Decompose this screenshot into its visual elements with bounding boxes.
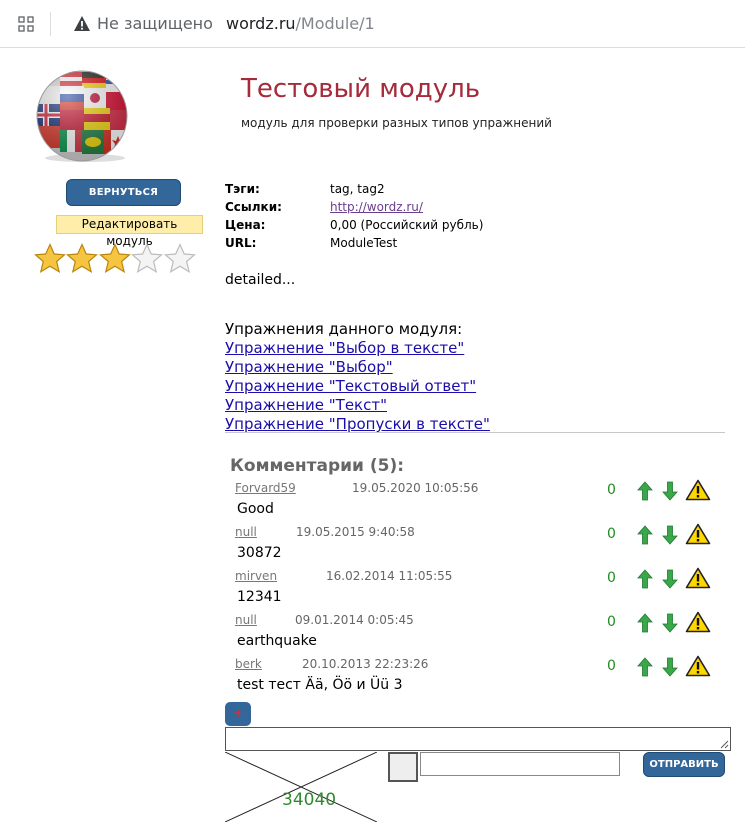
comment-date: 20.10.2013 22:23:26 xyxy=(302,657,429,671)
back-button[interactable]: ВЕРНУТЬСЯ НАЗАД xyxy=(66,179,181,223)
info-value: tag, tag2 xyxy=(330,182,385,196)
vote-up-icon[interactable] xyxy=(637,525,653,545)
captcha-image xyxy=(225,752,377,822)
comment-score: 0 xyxy=(607,570,616,586)
report-warning-icon[interactable] xyxy=(685,523,711,545)
comment-author[interactable]: mirven xyxy=(235,569,277,583)
vote-down-icon[interactable] xyxy=(662,525,678,545)
edit-module-link[interactable]: Редактировать модуль xyxy=(56,215,203,248)
comment-score: 0 xyxy=(607,658,616,674)
info-key: URL: xyxy=(225,236,257,250)
star-filled-icon[interactable] xyxy=(34,243,66,275)
comment-date: 16.02.2014 11:05:55 xyxy=(326,569,453,583)
info-value: ModuleTest xyxy=(330,236,398,250)
security-status[interactable]: Не защищено xyxy=(97,14,213,33)
resize-grip-icon[interactable] xyxy=(719,739,729,749)
captcha-checkbox[interactable] xyxy=(388,752,418,782)
info-row-tags: Тэги: tag, tag2 xyxy=(225,180,483,198)
comment-item: mirven 16.02.2014 11:05:55 12341 0 xyxy=(225,567,725,613)
divider xyxy=(225,432,725,433)
rating-stars[interactable] xyxy=(34,243,196,275)
comment-item: null 09.01.2014 0:05:45 earthquake 0 xyxy=(225,611,725,657)
url-host: wordz.ru xyxy=(226,14,296,33)
comment-date: 09.01.2014 0:05:45 xyxy=(295,613,414,627)
comment-textarea[interactable] xyxy=(225,727,731,751)
comment-date: 19.05.2020 10:05:56 xyxy=(352,481,479,495)
info-key: Ссылки: xyxy=(225,200,282,214)
exercise-link[interactable]: Упражнение "Текст" xyxy=(225,396,490,415)
url-path: /Module/1 xyxy=(295,14,375,33)
vote-down-icon[interactable] xyxy=(662,613,678,633)
warning-icon[interactable] xyxy=(73,15,91,32)
comment-score: 0 xyxy=(607,526,616,542)
comment-text: earthquake xyxy=(237,633,317,649)
comment-item: Forvard59 19.05.2020 10:05:56 Good 0 xyxy=(225,479,725,525)
url-field[interactable]: wordz.ru/Module/1 xyxy=(226,14,375,33)
vote-up-icon[interactable] xyxy=(637,613,653,633)
comment-text: Good xyxy=(237,501,274,517)
vote-down-icon[interactable] xyxy=(662,569,678,589)
info-key: Цена: xyxy=(225,218,266,232)
info-row-price: Цена: 0,00 (Российский рубль) xyxy=(225,216,483,234)
exercise-list: Упражнение "Выбор в тексте" Упражнение "… xyxy=(225,339,490,434)
exercise-link[interactable]: Упражнение "Текстовый ответ" xyxy=(225,377,490,396)
vote-up-icon[interactable] xyxy=(637,569,653,589)
star-empty-icon[interactable] xyxy=(163,243,196,275)
comment-text: test тест Ää, Öö и Üü 3 xyxy=(237,677,403,693)
vote-up-icon[interactable] xyxy=(637,657,653,677)
info-row-url: URL: ModuleTest xyxy=(225,234,483,252)
comment-item: null 19.05.2015 9:40:58 30872 0 xyxy=(225,523,725,569)
comment-text: 30872 xyxy=(237,545,282,561)
site-logo[interactable] xyxy=(30,68,136,162)
info-link[interactable]: http://wordz.ru/ xyxy=(330,198,423,216)
report-warning-icon[interactable] xyxy=(685,611,711,633)
star-filled-icon[interactable] xyxy=(66,243,99,275)
exercise-link[interactable]: Упражнение "Выбор в тексте" xyxy=(225,339,490,358)
exercises-heading: Упражнения данного модуля: xyxy=(225,320,463,338)
module-description: detailed... xyxy=(225,272,296,288)
info-value: 0,00 (Российский рубль) xyxy=(330,218,484,232)
report-warning-icon[interactable] xyxy=(685,567,711,589)
vote-down-icon[interactable] xyxy=(662,481,678,501)
page-title: Тестовый модуль xyxy=(241,74,481,104)
report-warning-icon[interactable] xyxy=(685,655,711,677)
apps-grid-icon[interactable] xyxy=(18,16,34,32)
comment-text: 12341 xyxy=(237,589,282,605)
report-warning-icon[interactable] xyxy=(685,479,711,501)
comment-date: 19.05.2015 9:40:58 xyxy=(296,525,415,539)
comments-title: Комментарии (5): xyxy=(230,456,405,476)
page-subtitle: модуль для проверки разных типов упражне… xyxy=(241,116,552,130)
star-empty-icon[interactable] xyxy=(131,243,164,275)
comment-score: 0 xyxy=(607,482,616,498)
address-bar: Не защищено wordz.ru/Module/1 xyxy=(0,0,745,48)
comment-author[interactable]: null xyxy=(235,525,257,539)
info-key: Тэги: xyxy=(225,182,260,196)
vote-up-icon[interactable] xyxy=(637,481,653,501)
comment-score: 0 xyxy=(607,614,616,630)
vote-down-icon[interactable] xyxy=(662,657,678,677)
exercise-link[interactable]: Упражнение "Выбор" xyxy=(225,358,490,377)
comment-author[interactable]: berk xyxy=(235,657,262,671)
info-row-links: Ссылки: http://wordz.ru/ xyxy=(225,198,483,216)
send-button[interactable]: ОТПРАВИТЬ xyxy=(643,752,725,777)
add-comment-button[interactable]: + xyxy=(225,702,251,726)
captcha-input[interactable] xyxy=(420,752,620,776)
comment-item: berk 20.10.2013 22:23:26 test тест Ää, Öö … xyxy=(225,655,725,701)
comment-author[interactable]: null xyxy=(235,613,257,627)
captcha-code: 34040 xyxy=(282,790,337,810)
star-filled-icon[interactable] xyxy=(98,243,131,275)
toolbar-divider xyxy=(50,12,51,36)
comment-author[interactable]: Forvard59 xyxy=(235,481,296,495)
module-info-table: Тэги: tag, tag2 Ссылки: http://wordz.ru/… xyxy=(225,180,483,252)
